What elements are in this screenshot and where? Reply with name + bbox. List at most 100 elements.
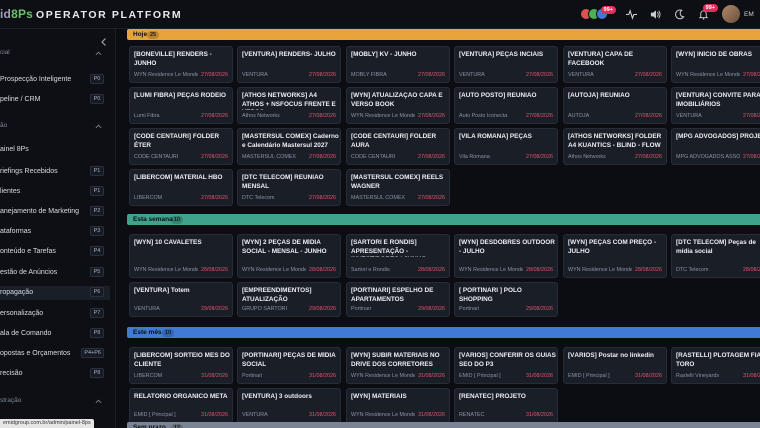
task-card[interactable]: [WYN] 2 PEÇAS DE MÍDIA SOCIAL - MENSAL -… [237, 234, 341, 278]
task-due-date: 31/08/2026 [635, 373, 662, 379]
task-card[interactable]: [DTC TELECOM] REUNIÃO MENSAL DTC Telecom 2… [237, 169, 341, 206]
task-client: VENTURA [242, 412, 268, 418]
task-card[interactable]: [RASTELLI] PLOTAGEM FIAT TORO Rastelli Vi… [671, 347, 760, 384]
sidebar-nav-item[interactable]: opostas e Orçamentos P4+P6 [0, 347, 110, 361]
notifications-button[interactable]: 99+ [692, 3, 718, 25]
task-card[interactable]: [VENTURA] CAPA DE FACEBOOK VENTURA 27/08/2… [563, 46, 667, 83]
task-card[interactable]: [WYN] 10 CAVALETES WYN Residence Le Monde… [129, 234, 233, 278]
group-header-bar[interactable]: Sem prazo 12 [127, 422, 760, 428]
sidebar-section-header[interactable]: cial [0, 48, 115, 60]
task-card[interactable]: [PORTINARI] ESPELHO DE APARTAMENTOS Porti… [346, 282, 450, 317]
sidebar-nav-item[interactable]: lientes P1 [0, 185, 110, 199]
group-header-bar[interactable]: Hoje 25 [127, 29, 760, 40]
sidebar-nav-item[interactable]: anejamento de Marketing P2 [0, 205, 110, 219]
task-card[interactable]: [LUMI FIBRA] PEÇAS RODEIO Lumi Fibra 27/08… [129, 87, 233, 124]
task-card[interactable]: RELATÓRIO ORGANICO META EMID [ Principal … [129, 388, 233, 423]
task-card[interactable]: [PORTINARI] PEÇAS DE MÍDIA SOCIAL Portina… [237, 347, 341, 384]
task-card[interactable]: [LIBERCOM] MATERIAL HBO LIBERCOM 27/08/202… [129, 169, 233, 206]
task-card[interactable]: [WYN] PEÇAS COM PREÇO - JULHO WYN Residen… [563, 234, 667, 278]
task-client: WYN Residence Le Monde [242, 267, 306, 273]
sidebar-nav-item[interactable]: ropagação P6 [0, 286, 110, 300]
task-card[interactable]: [WYN] INÍCIO DE OBRAS WYN Residence Le Mo… [671, 46, 760, 83]
task-card[interactable]: [WYN] DESDOBRES OUTDOOR - JULHO WYN Resid… [454, 234, 558, 278]
task-title: [MASTERSUL COMEX] REELS WAGNER [351, 174, 444, 190]
task-card[interactable]: [MASTERSUL COMEX] Caderno e Calendário M… [237, 128, 341, 165]
task-title: [WYN] MATERIAIS [351, 393, 407, 400]
sidebar-nav-item[interactable]: onteúdo e Tarefas P4 [0, 245, 110, 259]
task-card[interactable]: [MPG ADVOGADOS] PROJETO MPG ADVOGADOS ASS… [671, 128, 760, 165]
online-users-group[interactable]: 99+ [580, 6, 616, 20]
chevron-up-icon [95, 51, 102, 56]
task-title: [EMPREENDIMENTOS] ATUALIZAÇÃO [242, 287, 312, 303]
task-card[interactable]: [WYN] MATERIAIS WYN Residence Le Monde 31/… [346, 388, 450, 423]
sidebar-nav-item[interactable]: riefings Recebidos P1 [0, 165, 110, 179]
shortcut-key-badge: P5 [90, 267, 104, 277]
task-due-date: 27/08/2026 [309, 154, 336, 160]
task-client: Athos Networks [242, 113, 280, 119]
task-card[interactable]: [MOBLY] KV - JUNHO MOBLY FIBRA 27/08/2026 [346, 46, 450, 83]
task-card[interactable]: [EMPREENDIMENTOS] ATUALIZAÇÃO GRUPO SARTO… [237, 282, 341, 317]
sidebar-nav-item[interactable]: ala de Comando P8 [0, 327, 110, 341]
task-card[interactable]: [VENTURA] Totem VENTURA 29/08/2026 [129, 282, 233, 317]
top-bar: id8Ps OPERATOR PLATFORM 99+ 99+ EM [0, 0, 760, 29]
task-card[interactable]: [VÁRIOS] CONFERIR OS GUIAS SEO DO P3 EMID… [454, 347, 558, 384]
group-header-bar[interactable]: Esta semana 10 [127, 214, 760, 225]
task-title: [RASTELLI] PLOTAGEM FIAT TORO [676, 352, 760, 368]
task-card[interactable]: [AUTO POSTO] REUNIÃO Auto Posto Iconecta 2… [454, 87, 558, 124]
task-client: WYN Residence Le Monde [351, 373, 415, 379]
task-card[interactable]: [VENTURA] RENDERS- JULHO VENTURA 27/08/202… [237, 46, 341, 83]
activity-button[interactable] [620, 3, 642, 25]
sidebar-nav-label: Prospecção Inteligente [0, 76, 72, 83]
sidebar-section-header[interactable]: ão [0, 121, 115, 133]
chevron-up-icon [95, 124, 102, 129]
task-card[interactable]: [AUTOJÁ] REUNIÃO AUTOJÁ 27/08/2026 [563, 87, 667, 124]
task-card[interactable]: [BONEVILLE] RENDERS - JUNHO WYN Residence… [129, 46, 233, 83]
task-title: [ATHOS NETWORKS] A4 ATHOS + NSFOCUS FREN… [242, 92, 336, 110]
task-due-date: 31/08/2026 [309, 412, 336, 418]
chevron-up-icon [95, 399, 102, 404]
task-client: DTC Telecom [676, 267, 709, 273]
sidebar-section-header[interactable]: stração [0, 396, 115, 408]
task-card[interactable]: [DTC TELECOM] Peças de mídia social DTC T… [671, 234, 760, 278]
task-client: VENTURA [242, 72, 268, 78]
task-client: WYN Residence Le Monde [134, 72, 198, 78]
sound-button[interactable] [644, 3, 666, 25]
sidebar-nav-item[interactable]: ersonalização P7 [0, 307, 110, 321]
theme-toggle-button[interactable] [668, 3, 690, 25]
sidebar-nav-item[interactable]: ainel 8Ps [0, 143, 110, 157]
sidebar-nav-item[interactable]: recisão P8 [0, 367, 110, 381]
sidebar-nav-item[interactable]: ataformas P3 [0, 225, 110, 239]
task-title: [WYN] SUBIR MATERIAIS NO DRIVE DOS CORRE… [351, 352, 440, 368]
task-due-date: 27/08/2026 [743, 154, 760, 160]
sidebar-section-label: ão [0, 122, 8, 129]
collapse-sidebar-icon[interactable] [99, 37, 109, 47]
task-card[interactable]: [VILA ROMANA] PEÇAS Vila Romana 27/08/2026 [454, 128, 558, 165]
task-client: GRUPO SARTORI [242, 306, 288, 312]
task-due-date: 31/08/2026 [309, 373, 336, 379]
task-card[interactable]: [SARTORI E RONDIS] APRESENTAÇÃO - INVEST… [346, 234, 450, 278]
task-card[interactable]: [VENTURA] CONVITE PARA IMOBILIÁRIOS VENTU… [671, 87, 760, 124]
user-avatar[interactable] [722, 5, 740, 23]
task-card[interactable]: [ATHOS NETWORKS] FOLDER A4 KUANTICS - BL… [563, 128, 667, 165]
task-client: WYN Residence Le Monde [676, 72, 740, 78]
task-card[interactable]: [CODE CENTAURI] FOLDER ÉTER CODE CENTAURI… [129, 128, 233, 165]
task-card[interactable]: [ATHOS NETWORKS] A4 ATHOS + NSFOCUS FREN… [237, 87, 341, 124]
sidebar-nav-item[interactable]: Prospecção Inteligente P0 [0, 73, 110, 87]
task-card[interactable]: [WYN] ATUALIZAÇÃO CAPA E VERSO BOOK WYN R… [346, 87, 450, 124]
group-header-bar[interactable]: Este mês 10 [127, 327, 760, 338]
task-title: [VENTURA] PEÇAS INCIAIS [459, 51, 544, 58]
task-due-date: 27/08/2026 [635, 154, 662, 160]
task-card[interactable]: [VÁRIOS] Postar no linkedin EMID [ Princi… [563, 347, 667, 384]
sidebar-nav-item[interactable]: peline / CRM P0 [0, 93, 110, 107]
app-logo[interactable]: id8Ps [0, 7, 33, 23]
task-card[interactable]: [VENTURA] 3 outdoors VENTURA 31/08/2026 [237, 388, 341, 423]
sidebar-nav-item[interactable]: estão de Anúncios P5 [0, 266, 110, 280]
task-card[interactable]: [CODE CENTAURI] FOLDER AURA CODE CENTAURI… [346, 128, 450, 165]
task-card[interactable]: [WYN] SUBIR MATERIAIS NO DRIVE DOS CORRE… [346, 347, 450, 384]
task-card[interactable]: [LIBERCOM] SORTEIO MES DO CLIENTE LIBERCO… [129, 347, 233, 384]
task-card[interactable]: [VENTURA] PEÇAS INCIAIS VENTURA 27/08/2026 [454, 46, 558, 83]
shortcut-key-badge: P0 [90, 94, 104, 104]
task-card[interactable]: [MASTERSUL COMEX] REELS WAGNER MASTERSUL … [346, 169, 450, 206]
task-card[interactable]: [RENATEC] PROJETO RENATEC 31/08/2026 [454, 388, 558, 423]
task-card[interactable]: [ PORTINARI ] POLO SHOPPING Portinari 29/0… [454, 282, 558, 317]
